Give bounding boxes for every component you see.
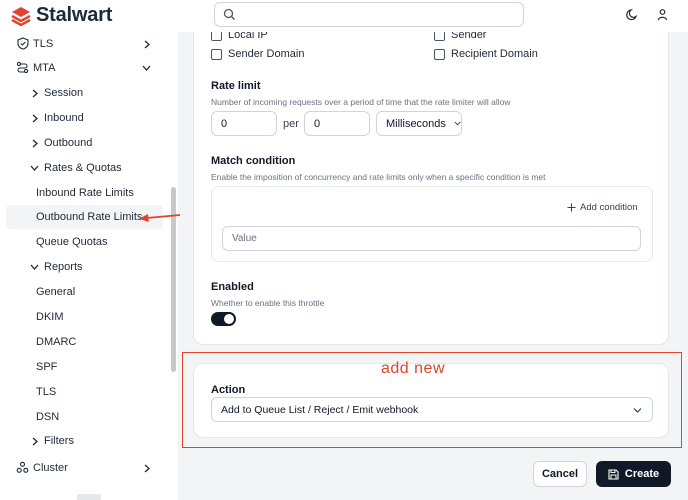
sidebar-item-label: TLS <box>36 386 57 398</box>
sidebar-item-inbound-rate-limits[interactable]: Inbound Rate Limits <box>0 181 170 205</box>
checkbox-label: Sender Domain <box>228 48 305 60</box>
sidebar: TLS MTA Session Inbound Outbound Rates &… <box>0 32 178 500</box>
rate-period-input[interactable]: 0 <box>304 111 370 136</box>
toggle-knob <box>224 314 234 324</box>
moon-icon[interactable] <box>626 8 639 21</box>
top-bar: Stalwart <box>0 0 688 32</box>
checkbox-label: Recipient Domain <box>451 48 538 60</box>
sidebar-item-label: SPF <box>36 361 58 373</box>
enabled-help: Whether to enable this throttle <box>211 298 325 308</box>
sidebar-item-label: General <box>36 286 76 298</box>
sidebar-item-label: Inbound <box>44 112 84 124</box>
sidebar-item-label: Inbound Rate Limits <box>36 187 134 199</box>
sidebar-item-label: Outbound Rate Limits <box>36 211 143 223</box>
annotation-arrow-icon <box>139 214 181 222</box>
brand-name: Stalwart <box>36 4 113 26</box>
create-label: Create <box>624 468 660 480</box>
checkbox[interactable] <box>434 48 445 60</box>
routes-icon <box>16 61 29 74</box>
chevron-right-icon <box>32 89 38 98</box>
sidebar-item-label: Queue Quotas <box>36 236 108 248</box>
sidebar-item-label: DMARC <box>36 336 77 348</box>
create-button[interactable]: Create <box>596 461 671 487</box>
chevron-down-icon <box>30 264 39 270</box>
sidebar-item-tls[interactable]: TLS <box>0 32 170 56</box>
per-label: per <box>283 118 299 130</box>
period-unit-value: Milliseconds <box>386 117 446 130</box>
header-edge <box>178 29 688 32</box>
condition-value-input[interactable]: Value <box>222 226 641 251</box>
sidebar-item-inbound[interactable]: Inbound <box>0 106 170 130</box>
sidebar-item-label: Cluster <box>33 462 68 474</box>
sidebar-item-general[interactable]: General <box>0 280 170 304</box>
sidebar-item-session[interactable]: Session <box>0 81 170 105</box>
sidebar-item-cluster[interactable]: Cluster <box>0 456 170 480</box>
action-select-value: Add to Queue List / Reject / Emit webhoo… <box>221 403 419 416</box>
sidebar-bottom-handle <box>77 494 101 500</box>
rate-count-input[interactable]: 0 <box>211 111 277 136</box>
sidebar-item-label: Session <box>44 87 84 99</box>
brand-logo[interactable]: Stalwart <box>10 4 112 27</box>
sidebar-item-dmarc[interactable]: DMARC <box>0 330 170 354</box>
sidebar-item-dkim[interactable]: DKIM <box>0 305 170 329</box>
stalwart-logo-icon <box>11 6 31 26</box>
chevron-right-icon <box>32 114 38 123</box>
sidebar-item-mta[interactable]: MTA <box>0 56 170 80</box>
action-label: Action <box>211 384 246 396</box>
user-icon[interactable] <box>656 8 669 21</box>
chevron-down-icon <box>633 408 642 413</box>
chevron-right-icon <box>144 40 150 49</box>
sidebar-item-label: Filters <box>44 435 74 447</box>
rate-limit-help: Number of incoming requests over a perio… <box>211 97 511 107</box>
sidebar-item-label: DKIM <box>36 311 64 323</box>
shield-icon <box>17 37 29 50</box>
sidebar-item-label: Rates & Quotas <box>44 162 122 174</box>
sidebar-item-label: Outbound <box>44 137 93 149</box>
sidebar-item-spf[interactable]: SPF <box>0 355 170 379</box>
match-condition-label: Match condition <box>211 155 296 167</box>
chevron-right-icon <box>144 464 150 473</box>
cancel-button[interactable]: Cancel <box>533 461 587 487</box>
search-icon <box>223 8 235 20</box>
cluster-icon <box>16 461 29 473</box>
chevron-right-icon <box>32 139 38 148</box>
sidebar-item-queue-quotas[interactable]: Queue Quotas <box>0 230 170 254</box>
enabled-toggle[interactable] <box>211 312 236 326</box>
sidebar-item-outbound[interactable]: Outbound <box>0 131 170 155</box>
sidebar-item-label: TLS <box>33 38 54 50</box>
chevron-down-icon <box>30 165 39 171</box>
match-condition-help: Enable the imposition of concurrency and… <box>211 172 546 182</box>
key-checkbox-sender-domain[interactable]: Sender Domain <box>211 48 304 60</box>
chevron-right-icon <box>32 437 38 446</box>
sidebar-item-filters[interactable]: Filters <box>0 429 170 453</box>
plus-icon <box>567 203 576 212</box>
sidebar-item-rates-quotas[interactable]: Rates & Quotas <box>0 156 170 180</box>
sidebar-item-label: Reports <box>44 261 83 273</box>
chevron-down-icon <box>142 65 151 71</box>
add-condition-button[interactable]: Add condition <box>567 202 638 213</box>
annotation-add-new: add new <box>381 360 445 377</box>
action-select[interactable]: Add to Queue List / Reject / Emit webhoo… <box>211 397 653 422</box>
sidebar-item-reports[interactable]: Reports <box>0 255 170 279</box>
rate-limit-label: Rate limit <box>211 80 261 92</box>
key-checkbox-recipient-domain[interactable]: Recipient Domain <box>434 48 538 60</box>
sidebar-item-label: DSN <box>36 411 60 423</box>
sidebar-item-reports-tls[interactable]: TLS <box>0 380 170 404</box>
search-input[interactable] <box>214 2 524 27</box>
checkbox[interactable] <box>211 48 222 60</box>
sidebar-item-label: MTA <box>33 62 56 74</box>
save-icon <box>608 468 619 480</box>
chevron-down-icon <box>454 121 461 126</box>
sidebar-item-dsn[interactable]: DSN <box>0 405 170 429</box>
period-unit-select[interactable]: Milliseconds <box>376 111 462 136</box>
enabled-label: Enabled <box>211 281 254 293</box>
add-condition-label: Add condition <box>580 202 638 213</box>
